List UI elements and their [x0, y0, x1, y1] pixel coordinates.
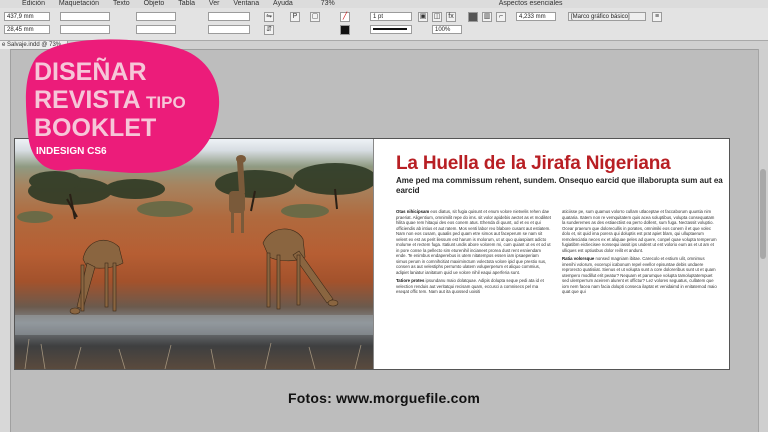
text-wrap-icon[interactable] [468, 12, 478, 22]
fill-swatch-icon[interactable]: ╱ [340, 12, 350, 22]
align-icon[interactable]: ▥ [482, 12, 492, 22]
stroke-weight-field[interactable]: 1 pt [370, 12, 412, 21]
x-position-field[interactable]: 437,9 mm [4, 12, 50, 21]
stroke-swatch-icon[interactable] [340, 25, 350, 35]
object-style-dropdown[interactable]: [Marco gráfico básico] [568, 12, 646, 21]
text-column-left[interactable]: Otas nihicipsam eos diatus, sit fugia qu… [396, 209, 551, 359]
logo-line-1: DISEÑAR [34, 56, 147, 86]
opacity-field[interactable]: 100% [432, 25, 462, 34]
menu-maquetacion[interactable]: Maquetación [59, 0, 99, 8]
tutorial-logo: DISEÑAR REVISTA TIPO BOOKLET INDESIGN CS… [25, 39, 220, 173]
height-field[interactable] [60, 25, 110, 34]
article-title[interactable]: La Huella de la Jirafa Nigeriana [385, 153, 723, 175]
corner-options-icon[interactable]: ⌐ [496, 12, 506, 22]
y-position-field[interactable]: 28,45 mm [4, 25, 50, 34]
menu-objeto[interactable]: Objeto [144, 0, 165, 8]
logo-line-2: REVISTA [34, 86, 141, 114]
menu-tabla[interactable]: Tabla [178, 0, 195, 8]
flip-horizontal-icon[interactable]: ⇋ [264, 12, 274, 22]
menu-ayuda[interactable]: Ayuda [273, 0, 293, 8]
menu-texto[interactable]: Texto [113, 0, 130, 8]
vertical-scrollbar[interactable] [758, 49, 768, 432]
corner-size-field[interactable]: 4,233 mm [516, 12, 556, 21]
paragraph: Otas nihicipsam eos diatus, sit fugia qu… [396, 209, 551, 275]
logo-line-2b: TIPO [146, 93, 186, 112]
page-spine [373, 139, 374, 369]
zoom-level-menu[interactable]: 73% [321, 0, 335, 8]
paragraph: Tatiore protes ipsundanu maio dolatquae.… [396, 278, 544, 294]
scrollbar-thumb[interactable] [760, 169, 766, 259]
logo-line-4: INDESIGN CS6 [36, 146, 107, 157]
article-subtitle[interactable]: Ame ped ma commissum rehent, sundem. Ons… [385, 176, 723, 196]
control-panel: 437,9 mm 28,45 mm ⇋ ⇵ P ▢ ╱ 1 pt ▣ ◫ fx … [0, 8, 768, 41]
menu-ver[interactable]: Ver [209, 0, 220, 8]
rotate-field[interactable] [208, 12, 250, 21]
workspace-switcher[interactable]: Aspectos esenciales [499, 0, 563, 8]
photo-credit: Fotos: www.morguefile.com [288, 390, 480, 406]
shear-field[interactable] [208, 25, 250, 34]
paragraph: Ratia volorsque nonsed magniam ibitae. C… [562, 256, 717, 294]
scale-y-field[interactable] [136, 25, 176, 34]
effects-icon[interactable]: fx [446, 12, 456, 22]
fit-frame-icon[interactable]: ◫ [432, 12, 442, 22]
fit-content-icon[interactable]: ▣ [418, 12, 428, 22]
reference-point-icon[interactable]: P [290, 12, 300, 22]
text-column-right[interactable]: aticiisse pe, sum quamus volorro cullam … [562, 209, 717, 359]
logo-line-3: BOOKLET [34, 114, 156, 142]
stroke-type-field[interactable] [370, 25, 412, 34]
scale-x-field[interactable] [136, 12, 176, 21]
right-page: La Huella de la Jirafa Nigeriana Ame ped… [385, 153, 723, 294]
width-field[interactable] [60, 12, 110, 21]
object-style-icon[interactable]: ≡ [652, 12, 662, 22]
vertical-ruler [0, 49, 11, 432]
select-container-icon[interactable]: ▢ [310, 12, 320, 22]
paragraph: aticiisse pe, sum quamus volorro cullam … [562, 209, 717, 253]
menu-edicion[interactable]: Edición [22, 0, 45, 8]
menu-ventana[interactable]: Ventana [233, 0, 259, 8]
flip-vertical-icon[interactable]: ⇵ [264, 25, 274, 35]
